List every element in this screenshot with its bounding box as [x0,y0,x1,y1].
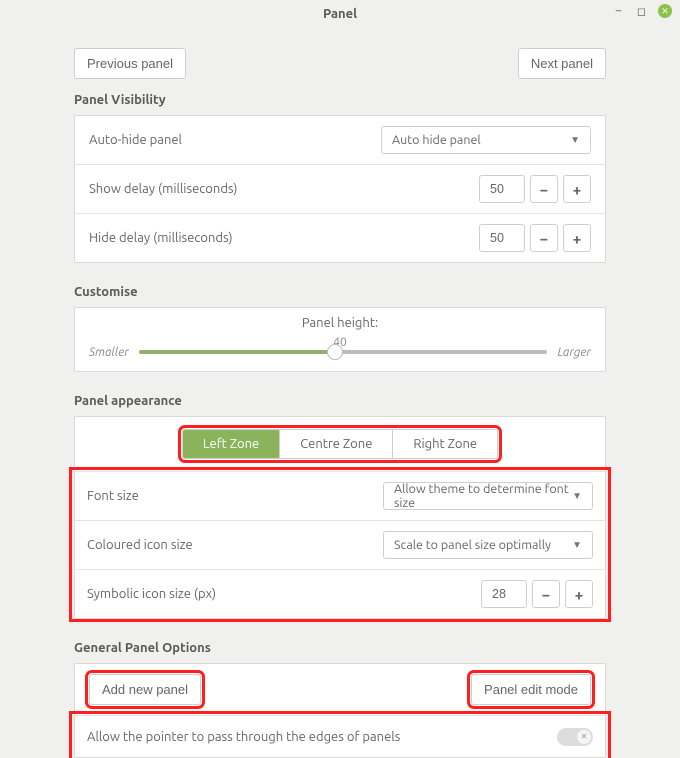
window-title: Panel [323,7,357,21]
maximize-button[interactable]: ◻ [635,5,648,18]
symbolic-icon-spinner: − + [481,580,593,608]
font-size-select[interactable]: Allow theme to determine font size ▼ [383,482,593,510]
symbolic-icon-label: Symbolic icon size (px) [87,587,216,601]
hide-delay-label: Hide delay (milliseconds) [89,231,233,245]
panel-nav-row: Previous panel Next panel [74,48,606,79]
show-delay-increment[interactable]: + [563,175,591,203]
pointer-passthrough-label: Allow the pointer to pass through the ed… [87,730,400,744]
tab-right-zone[interactable]: Right Zone [392,430,497,458]
slider-larger-label: Larger [557,346,591,359]
appearance-options-highlight: Font size Allow theme to determine font … [73,471,607,618]
panel-height-slider-wrap: Smaller Larger [89,345,591,359]
hide-delay-row: Hide delay (milliseconds) − + [75,213,605,262]
symbolic-icon-input[interactable] [481,580,527,608]
general-options-heading: General Panel Options [74,641,606,655]
panel-visibility-heading: Panel Visibility [74,93,606,107]
coloured-icon-select[interactable]: Scale to panel size optimally ▼ [383,531,593,559]
panel-appearance-card: Left Zone Centre Zone Right Zone Font si… [74,416,606,619]
panel-visibility-card: Auto-hide panel Auto hide panel ▼ Show d… [74,115,606,263]
symbolic-icon-decrement[interactable]: − [532,580,560,608]
pointer-passthrough-toggle[interactable]: ✕ [557,728,593,746]
autohide-row: Auto-hide panel Auto hide panel ▼ [75,116,605,164]
hide-delay-increment[interactable]: + [563,224,591,252]
close-button[interactable]: ✕ [658,4,672,18]
tab-left-zone[interactable]: Left Zone [183,430,279,458]
coloured-icon-row: Coloured icon size Scale to panel size o… [73,520,607,569]
autohide-label: Auto-hide panel [89,133,182,147]
hide-delay-spinner: − + [479,224,591,252]
chevron-down-icon: ▼ [572,490,582,502]
hide-delay-input[interactable] [479,224,525,252]
chevron-down-icon: ▼ [572,539,582,551]
general-options-card: Add new panel Panel edit mode Allow the … [74,663,606,758]
panel-height-title: Panel height: [89,316,591,330]
show-delay-label: Show delay (milliseconds) [89,182,237,196]
titlebar: Panel – ◻ ✕ [0,0,680,28]
hide-delay-decrement[interactable]: − [530,224,558,252]
symbolic-icon-row: Symbolic icon size (px) − + [73,569,607,618]
show-delay-input[interactable] [479,175,525,203]
window-controls: – ◻ ✕ [612,4,672,18]
zone-tabgroup: Left Zone Centre Zone Right Zone [182,429,498,459]
panel-height-slider[interactable] [139,345,548,359]
coloured-icon-value: Scale to panel size optimally [394,538,551,552]
customise-heading: Customise [74,285,606,299]
symbolic-icon-increment[interactable]: + [565,580,593,608]
font-size-value: Allow theme to determine font size [394,482,572,510]
slider-thumb[interactable] [327,344,343,360]
panel-edit-mode-button[interactable]: Panel edit mode [471,674,591,705]
autohide-select[interactable]: Auto hide panel ▼ [381,126,591,154]
show-delay-spinner: − + [479,175,591,203]
font-size-label: Font size [87,489,139,503]
slider-smaller-label: Smaller [89,346,129,359]
add-new-panel-button[interactable]: Add new panel [89,674,201,705]
minimize-button[interactable]: – [612,5,625,18]
customise-card: Panel height: 40 Smaller Larger [74,307,606,372]
zone-tabs-row: Left Zone Centre Zone Right Zone [75,417,605,471]
show-delay-decrement[interactable]: − [530,175,558,203]
show-delay-row: Show delay (milliseconds) − + [75,164,605,213]
tab-centre-zone[interactable]: Centre Zone [279,430,392,458]
general-buttons-row: Add new panel Panel edit mode [75,664,605,715]
next-panel-button[interactable]: Next panel [518,48,606,79]
toggle-knob: ✕ [577,730,591,744]
font-size-row: Font size Allow theme to determine font … [73,471,607,520]
panel-height-box: Panel height: 40 Smaller Larger [75,308,605,371]
chevron-down-icon: ▼ [570,134,580,146]
pointer-passthrough-row: Allow the pointer to pass through the ed… [73,715,607,757]
previous-panel-button[interactable]: Previous panel [74,48,186,79]
slider-fill [139,350,335,354]
autohide-select-value: Auto hide panel [392,133,481,147]
coloured-icon-label: Coloured icon size [87,538,193,552]
close-icon: ✕ [661,6,669,17]
content-area: Previous panel Next panel Panel Visibili… [0,28,680,758]
panel-appearance-heading: Panel appearance [74,394,606,408]
